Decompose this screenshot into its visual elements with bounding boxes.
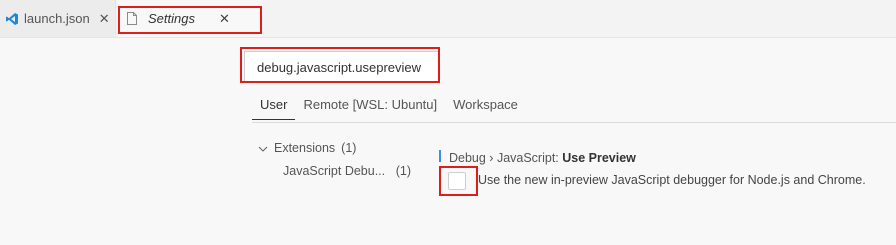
setting-name: Use Preview [562, 151, 636, 165]
use-preview-checkbox[interactable] [448, 172, 466, 190]
scope-tab-remote[interactable]: Remote [WSL: Ubuntu] [295, 93, 445, 120]
tab-label: Settings [148, 11, 195, 26]
vscode-logo-icon [5, 12, 19, 26]
chevron-down-icon [258, 143, 268, 153]
toc-extensions[interactable]: Extensions (1) [258, 141, 356, 155]
close-icon[interactable]: ✕ [99, 11, 110, 27]
scope-tab-user[interactable]: User [252, 93, 296, 120]
setting-category: Debug › JavaScript: [449, 151, 563, 165]
toc-js-count: (1) [395, 164, 411, 178]
settings-search-input[interactable] [244, 51, 440, 83]
tab-label: launch.json [24, 11, 90, 26]
tab-settings[interactable]: Settings ✕ [118, 0, 262, 37]
toc-extensions-label: Extensions [274, 141, 336, 155]
setting-title: Debug › JavaScript: Use Preview [449, 151, 636, 165]
file-icon [127, 12, 137, 25]
setting-description: Use the new in-preview JavaScript debugg… [478, 173, 866, 187]
scope-divider [252, 122, 896, 123]
close-icon[interactable]: ✕ [219, 11, 230, 27]
tab-launch-json[interactable]: launch.json ✕ [0, 0, 116, 37]
editor-tab-bar: launch.json ✕ Settings ✕ [0, 0, 896, 38]
toc-javascript-debugger[interactable]: JavaScript Debu... (1) [283, 164, 411, 178]
scope-tab-workspace[interactable]: Workspace [445, 93, 526, 120]
setting-modified-indicator [439, 150, 441, 162]
toc-extensions-count: (1) [341, 141, 357, 155]
toc-js-label: JavaScript Debu... [283, 164, 386, 178]
settings-editor [0, 38, 896, 245]
settings-scope-tabs: User Remote [WSL: Ubuntu] Workspace [252, 93, 526, 120]
